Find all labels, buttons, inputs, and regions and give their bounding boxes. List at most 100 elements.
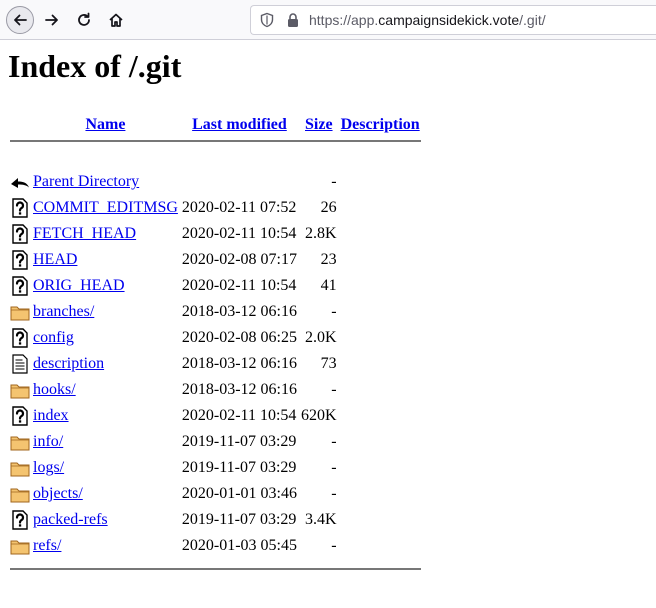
icon-cell — [10, 378, 30, 402]
name-cell: branches/ — [32, 300, 179, 324]
home-icon — [109, 13, 123, 27]
size-cell: - — [331, 381, 337, 398]
address-bar[interactable]: https://app.campaignsidekick.vote/.git/ — [250, 5, 656, 35]
file-link[interactable]: hooks/ — [33, 381, 76, 398]
folder-icon — [10, 488, 30, 503]
modified-cell: 2018-03-12 06:16 — [181, 381, 297, 398]
file-link[interactable]: logs/ — [33, 459, 64, 476]
file-link[interactable]: FETCH_HEAD — [33, 225, 136, 242]
description-cell — [340, 456, 421, 480]
sort-by-size-link[interactable]: Size — [305, 116, 333, 133]
table-row: ORIG_HEAD 2020-02-11 10:54 41 — [10, 274, 421, 298]
reload-button[interactable] — [70, 6, 98, 34]
table-row: packed-refs 2019-11-07 03:29 3.4K — [10, 508, 421, 532]
file-link[interactable]: info/ — [33, 433, 63, 450]
file-link[interactable]: branches/ — [33, 303, 94, 320]
icon-cell — [10, 352, 30, 376]
url-text[interactable]: https://app.campaignsidekick.vote/.git/ — [309, 12, 546, 28]
modified-cell: 2020-01-03 05:45 — [181, 537, 297, 554]
table-row: HEAD 2020-02-08 07:17 23 — [10, 248, 421, 272]
modified-cell — [181, 170, 298, 194]
file-link[interactable]: COMMIT_EDITMSG — [33, 199, 178, 216]
home-button[interactable] — [102, 6, 130, 34]
folder-icon — [10, 384, 30, 399]
name-cell: description — [32, 352, 179, 376]
file-link[interactable]: index — [33, 407, 69, 424]
modified-cell: 2020-02-11 10:54 — [181, 225, 297, 242]
folder-icon — [10, 306, 30, 321]
modified-cell: 2020-02-11 07:52 — [181, 199, 297, 216]
sort-by-description-link[interactable]: Description — [341, 116, 420, 133]
folder-icon — [10, 436, 30, 451]
size-cell: - — [331, 459, 337, 476]
icon-cell — [10, 430, 30, 454]
size-cell: 2.8K — [305, 225, 337, 242]
modified-cell: 2020-02-08 07:17 — [181, 251, 297, 268]
size-cell: 2.0K — [305, 329, 337, 346]
description-cell — [340, 534, 421, 558]
icon-cell — [10, 222, 30, 246]
description-cell — [340, 508, 421, 532]
description-cell — [340, 430, 421, 454]
name-cell: HEAD — [32, 248, 179, 272]
header-rule-row — [10, 140, 421, 142]
size-cell: 620K — [301, 407, 337, 424]
unknown-file-icon — [12, 510, 28, 530]
icon-cell — [10, 326, 30, 350]
header-size-cell: Size — [300, 112, 338, 138]
page-title: Index of /.git — [8, 48, 182, 84]
size-cell: - — [331, 537, 337, 554]
unknown-file-icon — [12, 224, 28, 244]
modified-cell: 2020-01-01 03:46 — [181, 485, 297, 502]
size-cell: - — [331, 485, 337, 502]
unknown-file-icon — [12, 276, 28, 296]
size-cell: 23 — [320, 251, 337, 268]
icon-cell — [10, 456, 30, 480]
description-cell — [340, 404, 421, 428]
directory-listing-table: Name Last modified Size Description Pare… — [8, 110, 423, 572]
file-link[interactable]: refs/ — [33, 537, 61, 554]
parent-directory-link[interactable]: Parent Directory — [33, 173, 139, 190]
forward-button[interactable] — [38, 6, 66, 34]
description-cell — [340, 222, 421, 246]
name-cell: index — [32, 404, 179, 428]
file-link[interactable]: packed-refs — [33, 511, 108, 528]
table-row: objects/2020-01-01 03:46 - — [10, 482, 421, 506]
description-cell — [340, 248, 421, 272]
description-cell — [340, 352, 421, 376]
table-row: index 2020-02-11 10:54 620K — [10, 404, 421, 428]
file-link[interactable]: config — [33, 329, 74, 346]
name-cell: info/ — [32, 430, 179, 454]
file-link[interactable]: HEAD — [33, 251, 77, 268]
name-cell: objects/ — [32, 482, 179, 506]
back-button[interactable] — [6, 6, 34, 34]
table-row: FETCH_HEAD 2020-02-11 10:54 2.8K — [10, 222, 421, 246]
name-cell: refs/ — [32, 534, 179, 558]
name-cell: COMMIT_EDITMSG — [32, 196, 179, 220]
table-row: info/2019-11-07 03:29 - — [10, 430, 421, 454]
url-prefix: https://app. — [309, 12, 379, 28]
header-divider — [10, 140, 421, 142]
file-link[interactable]: ORIG_HEAD — [33, 277, 125, 294]
back-arrow-icon — [11, 178, 29, 188]
file-link[interactable]: objects/ — [33, 485, 83, 502]
browser-toolbar: https://app.campaignsidekick.vote/.git/ — [0, 0, 656, 40]
name-cell: FETCH_HEAD — [32, 222, 179, 246]
table-row: COMMIT_EDITMSG 2020-02-11 07:52 26 — [10, 196, 421, 220]
modified-cell: 2019-11-07 03:29 — [181, 433, 297, 450]
table-row: hooks/2018-03-12 06:16 - — [10, 378, 421, 402]
size-cell: 3.4K — [305, 511, 337, 528]
icon-cell — [10, 170, 30, 194]
header-description-cell: Description — [340, 112, 421, 138]
sort-by-modified-link[interactable]: Last modified — [192, 116, 287, 133]
sort-by-name-link[interactable]: Name — [85, 116, 125, 133]
folder-icon — [10, 540, 30, 555]
header-name-cell: Name — [32, 112, 179, 138]
description-cell — [340, 300, 421, 324]
icon-cell — [10, 534, 30, 558]
shield-icon[interactable] — [259, 12, 275, 28]
lock-icon[interactable] — [285, 12, 301, 28]
modified-cell: 2018-03-12 06:16 — [181, 303, 297, 320]
file-link[interactable]: description — [33, 355, 104, 372]
parent-directory-row: Parent Directory - — [10, 170, 421, 194]
